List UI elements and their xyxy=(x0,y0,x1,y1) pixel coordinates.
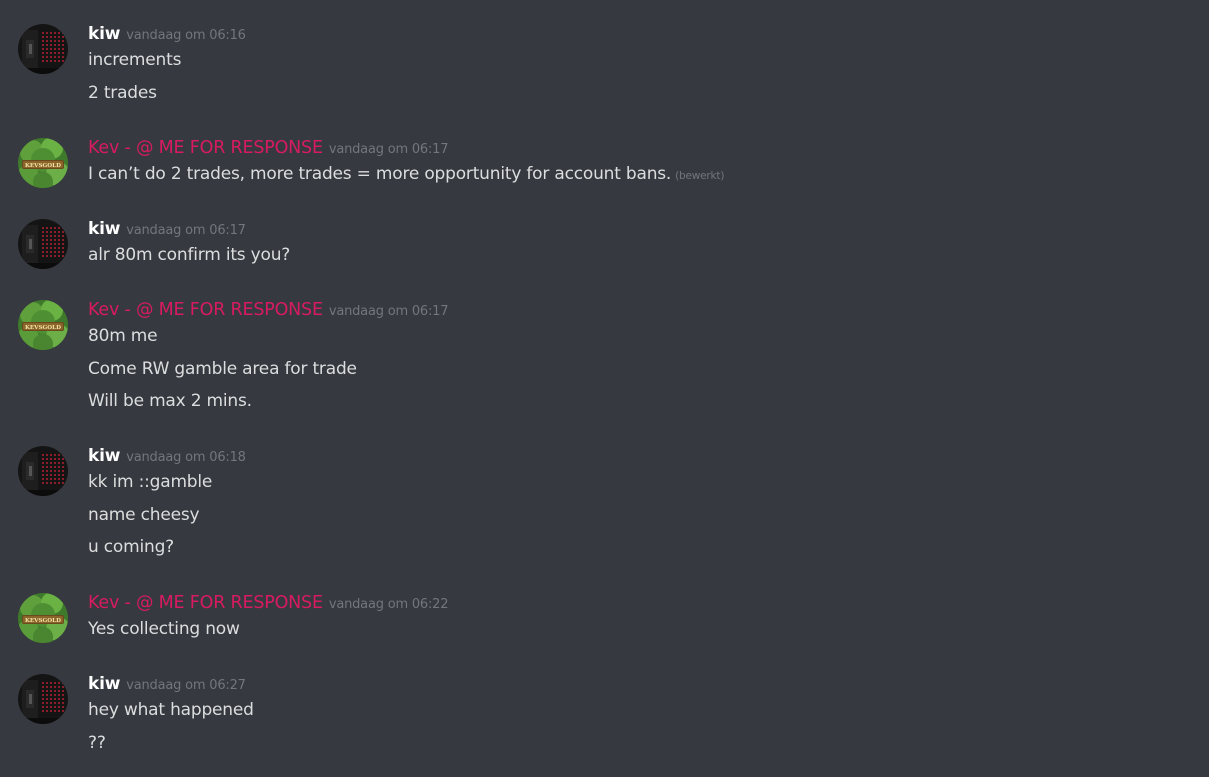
message-line: Yes collecting now xyxy=(88,619,240,652)
message-text: name cheesy xyxy=(88,504,200,525)
username[interactable]: kiw xyxy=(88,446,120,466)
message-text: 2 trades xyxy=(88,82,157,103)
timestamp: vandaag om 06:16 xyxy=(126,28,246,43)
message-line: alr 80m confirm its you? xyxy=(88,245,290,278)
kev-avatar-image: KEVSGOLD xyxy=(18,593,68,643)
message-text: ?? xyxy=(88,732,106,753)
message-line: Come RW gamble area for trade xyxy=(88,359,357,392)
timestamp: vandaag om 06:17 xyxy=(328,142,449,157)
timestamp: vandaag om 06:27 xyxy=(126,678,246,693)
timestamp: vandaag om 06:17 xyxy=(328,304,449,319)
message-header: Kev - @ ME FOR RESPONSE vandaag om 06:17 xyxy=(88,138,449,162)
message-header: kiw vandaag om 06:17 xyxy=(88,219,246,243)
message-line: hey what happened xyxy=(88,700,254,733)
message-text: alr 80m confirm its you? xyxy=(88,245,291,265)
message-line: increments xyxy=(88,50,181,83)
kevsgold-logo-text: KEVSGOLD xyxy=(25,618,61,624)
timestamp: vandaag om 06:17 xyxy=(126,223,246,238)
message-text: hey what happened xyxy=(88,700,254,720)
avatar-kev[interactable]: KEVSGOLD xyxy=(18,300,68,350)
message-line: I can’t do 2 trades, more trades = more … xyxy=(88,164,724,197)
username[interactable]: Kev - @ ME FOR RESPONSE xyxy=(88,300,323,320)
username[interactable]: kiw xyxy=(88,24,120,44)
kevsgold-logo-text: KEVSGOLD xyxy=(25,163,61,169)
message-content: kk im ::gamblename cheesyu coming? xyxy=(88,472,212,570)
message-header: Kev - @ ME FOR RESPONSE vandaag om 06:22 xyxy=(88,593,449,617)
message-header: kiw vandaag om 06:16 xyxy=(88,24,246,48)
avatar-kiw[interactable] xyxy=(18,446,68,496)
avatar-kiw[interactable] xyxy=(18,674,68,724)
kev-avatar-image: KEVSGOLD xyxy=(18,300,68,350)
username[interactable]: kiw xyxy=(88,674,120,694)
message-text: u coming? xyxy=(88,537,174,558)
message-content: alr 80m confirm its you? xyxy=(88,245,290,278)
kev-avatar-image: KEVSGOLD xyxy=(18,138,68,188)
message-text: Come RW gamble area for trade xyxy=(88,358,357,379)
avatar-kiw[interactable] xyxy=(18,219,68,269)
avatar-kev[interactable]: KEVSGOLD xyxy=(18,138,68,188)
message-line: 80m me xyxy=(88,326,357,359)
message-content: hey what happened?? xyxy=(88,700,254,765)
username[interactable]: Kev - @ ME FOR RESPONSE xyxy=(88,593,323,613)
message-header: kiw vandaag om 06:18 xyxy=(88,446,246,470)
timestamp: vandaag om 06:18 xyxy=(126,450,246,465)
message-text: 80m me xyxy=(88,326,158,346)
message-content: increments 2 trades xyxy=(88,50,181,115)
message-content: Yes collecting now xyxy=(88,619,240,652)
timestamp: vandaag om 06:22 xyxy=(328,597,449,612)
message-text: kk im ::gamble xyxy=(88,472,213,492)
edited-marker: (bewerkt) xyxy=(675,170,725,182)
message-content: 80m me Come RW gamble area for trade Will … xyxy=(88,326,357,424)
username[interactable]: Kev - @ ME FOR RESPONSE xyxy=(88,138,323,158)
kiw-avatar-image xyxy=(18,24,68,74)
message-text: Will be max 2 mins. xyxy=(88,391,252,412)
message-line: name cheesy xyxy=(88,505,212,538)
kiw-avatar-image xyxy=(18,219,68,269)
message-line: Will be max 2 mins. xyxy=(88,391,357,424)
kiw-avatar-image xyxy=(18,446,68,496)
avatar-kiw[interactable] xyxy=(18,24,68,74)
username[interactable]: kiw xyxy=(88,219,120,239)
message-content: I can’t do 2 trades, more trades = more … xyxy=(88,164,724,197)
message-text: Yes collecting now xyxy=(88,619,240,639)
message-header: Kev - @ ME FOR RESPONSE vandaag om 06:17 xyxy=(88,300,449,324)
message-line: 2 trades xyxy=(88,83,181,116)
avatar-kev[interactable]: KEVSGOLD xyxy=(18,593,68,643)
kevsgold-logo-text: KEVSGOLD xyxy=(25,325,61,331)
kiw-avatar-image xyxy=(18,674,68,724)
message-text: I can’t do 2 trades, more trades = more … xyxy=(88,164,672,184)
message-line: kk im ::gamble xyxy=(88,472,212,505)
message-header: kiw vandaag om 06:27 xyxy=(88,674,246,698)
message-text: increments xyxy=(88,50,182,70)
message-line: u coming? xyxy=(88,537,212,570)
message-line: ?? xyxy=(88,733,254,766)
chat-messages: kiw vandaag om 06:16 increments 2 trades KE… xyxy=(0,0,1209,777)
